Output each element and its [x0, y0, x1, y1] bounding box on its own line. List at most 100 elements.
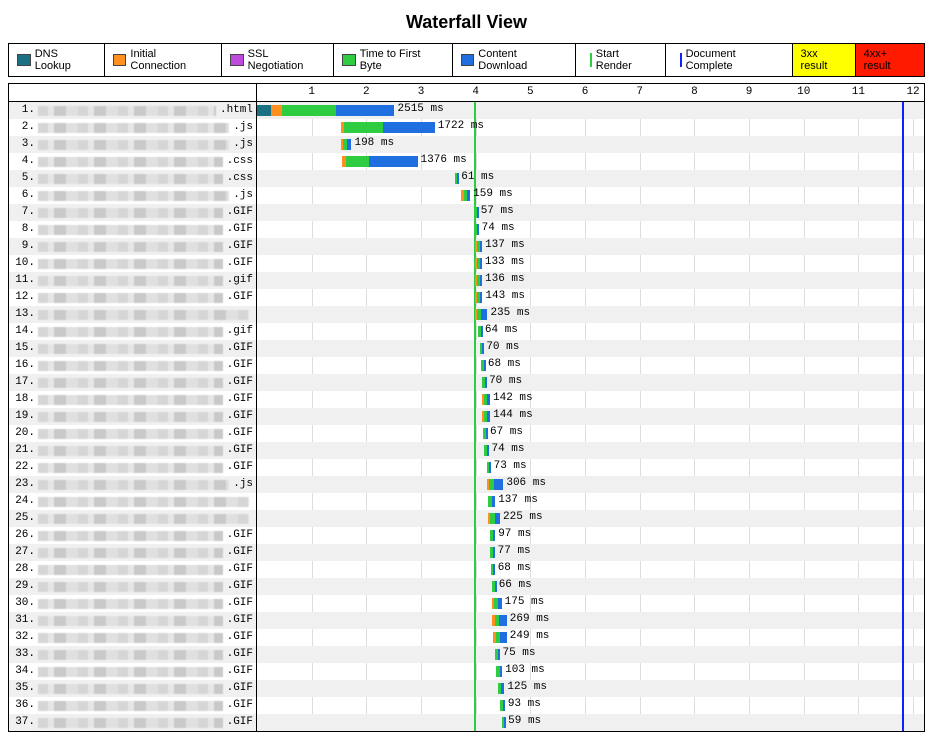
request-bar[interactable]: 1722 ms [257, 119, 924, 136]
bar-duration-label: 144 ms [493, 409, 533, 421]
request-row-label[interactable]: 20..GIF [9, 425, 256, 442]
row-number: 28. [13, 561, 35, 578]
request-bar[interactable]: 159 ms [257, 187, 924, 204]
request-row-label[interactable]: 35..GIF [9, 680, 256, 697]
request-row-label[interactable]: 25. [9, 510, 256, 527]
request-bar[interactable]: 2515 ms [257, 102, 924, 119]
ttfb-swatch [342, 54, 356, 66]
request-row-label[interactable]: 15..GIF [9, 340, 256, 357]
request-bar[interactable]: 68 ms [257, 357, 924, 374]
request-row-label[interactable]: 7..GIF [9, 204, 256, 221]
row-number: 11. [13, 272, 35, 289]
request-row-label[interactable]: 5..css [9, 170, 256, 187]
request-bar[interactable]: 64 ms [257, 323, 924, 340]
resource-extension: .GIF [227, 680, 253, 697]
request-row-label[interactable]: 12..GIF [9, 289, 256, 306]
request-bar[interactable]: 142 ms [257, 391, 924, 408]
request-row-label[interactable]: 13. [9, 306, 256, 323]
request-row-label[interactable]: 26..GIF [9, 527, 256, 544]
request-bar[interactable]: 74 ms [257, 442, 924, 459]
request-bar[interactable]: 225 ms [257, 510, 924, 527]
request-row-label[interactable]: 16..GIF [9, 357, 256, 374]
request-bar[interactable]: 68 ms [257, 561, 924, 578]
request-bar[interactable]: 137 ms [257, 493, 924, 510]
request-bar[interactable]: 97 ms [257, 527, 924, 544]
resource-extension: .GIF [227, 221, 253, 238]
dl-segment [480, 292, 483, 303]
request-row-label[interactable]: 22..GIF [9, 459, 256, 476]
dl-segment [383, 122, 435, 133]
request-row-label[interactable]: 21..GIF [9, 442, 256, 459]
bar-duration-label: 59 ms [508, 715, 541, 727]
request-row-label[interactable]: 14..gif [9, 323, 256, 340]
request-bar[interactable]: 136 ms [257, 272, 924, 289]
request-bar[interactable]: 66 ms [257, 578, 924, 595]
request-bar[interactable]: 133 ms [257, 255, 924, 272]
bar-duration-label: 159 ms [473, 188, 513, 200]
request-row-label[interactable]: 10..GIF [9, 255, 256, 272]
request-bar[interactable]: 125 ms [257, 680, 924, 697]
dl-segment [493, 547, 495, 558]
request-row-label[interactable]: 19..GIF [9, 408, 256, 425]
row-number: 6. [13, 187, 35, 204]
resource-name-blurred [38, 259, 223, 269]
dl-segment [477, 224, 479, 235]
resource-name-blurred [38, 123, 229, 133]
request-row-label[interactable]: 8..GIF [9, 221, 256, 238]
request-bar[interactable]: 57 ms [257, 204, 924, 221]
request-bar[interactable]: 143 ms [257, 289, 924, 306]
request-row-label[interactable]: 3..js [9, 136, 256, 153]
bar-duration-label: 66 ms [499, 579, 532, 591]
request-bar[interactable]: 249 ms [257, 629, 924, 646]
request-row-label[interactable]: 29..GIF [9, 578, 256, 595]
request-row-label[interactable]: 4..css [9, 153, 256, 170]
request-row-label[interactable]: 31..GIF [9, 612, 256, 629]
axis-tick: 4 [472, 86, 479, 98]
request-row-label[interactable]: 17..GIF [9, 374, 256, 391]
resource-name-blurred [38, 667, 223, 677]
resource-extension: .css [227, 153, 253, 170]
request-row-label[interactable]: 34..GIF [9, 663, 256, 680]
request-bar[interactable]: 93 ms [257, 697, 924, 714]
bars-body: 2515 ms1722 ms198 ms1376 ms61 ms159 ms 57… [257, 102, 924, 731]
request-row-label[interactable]: 18..GIF [9, 391, 256, 408]
request-row-label[interactable]: 2..js [9, 119, 256, 136]
request-row-label[interactable]: 32..GIF [9, 629, 256, 646]
request-bar[interactable]: 61 ms [257, 170, 924, 187]
request-bar[interactable]: 103 ms [257, 663, 924, 680]
request-row-label[interactable]: 1..html [9, 102, 256, 119]
x-axis: 123456789101112 [257, 84, 924, 102]
request-row-label[interactable]: 28..GIF [9, 561, 256, 578]
request-bar[interactable]: 137 ms [257, 238, 924, 255]
request-row-label[interactable]: 33..GIF [9, 646, 256, 663]
bar-duration-label: 143 ms [485, 290, 525, 302]
dl-segment [487, 445, 489, 456]
request-bar[interactable]: 306 ms [257, 476, 924, 493]
request-bar[interactable]: 59 ms [257, 714, 924, 731]
request-bar[interactable]: 175 ms [257, 595, 924, 612]
request-bar[interactable]: 1376 ms [257, 153, 924, 170]
resource-name-blurred [38, 412, 223, 422]
bar-duration-label: 137 ms [498, 494, 538, 506]
request-bar[interactable]: 70 ms [257, 374, 924, 391]
request-row-label[interactable]: 36..GIF [9, 697, 256, 714]
request-row-label[interactable]: 9..GIF [9, 238, 256, 255]
request-bar[interactable]: 67 ms [257, 425, 924, 442]
request-row-label[interactable]: 6..js [9, 187, 256, 204]
request-bar[interactable]: 73 ms [257, 459, 924, 476]
request-bar[interactable]: 198 ms [257, 136, 924, 153]
request-bar[interactable]: 269 ms [257, 612, 924, 629]
request-bar[interactable]: 74 ms [257, 221, 924, 238]
request-row-label[interactable]: 24. [9, 493, 256, 510]
request-row-label[interactable]: 37..GIF [9, 714, 256, 731]
request-row-label[interactable]: 23..js [9, 476, 256, 493]
request-bar[interactable]: 70 ms [257, 340, 924, 357]
request-row-label[interactable]: 30..GIF [9, 595, 256, 612]
request-row-label[interactable]: 27..GIF [9, 544, 256, 561]
row-number: 21. [13, 442, 35, 459]
request-bar[interactable]: 77 ms [257, 544, 924, 561]
request-bar[interactable]: 75 ms [257, 646, 924, 663]
request-row-label[interactable]: 11..gif [9, 272, 256, 289]
request-bar[interactable]: 235 ms [257, 306, 924, 323]
request-bar[interactable]: 144 ms [257, 408, 924, 425]
